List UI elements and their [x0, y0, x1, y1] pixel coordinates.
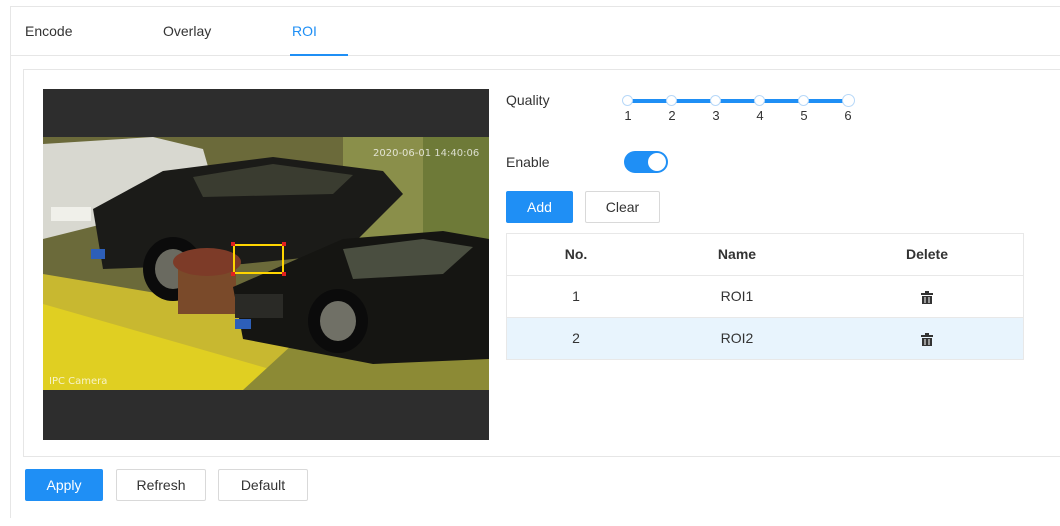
column-header-no: No. — [564, 246, 588, 262]
table-header-row: No. Name Delete — [507, 234, 1023, 276]
roi-handle-top-left[interactable] — [231, 242, 235, 246]
tab-roi[interactable]: ROI — [292, 23, 317, 39]
roi-region-box[interactable] — [231, 242, 286, 276]
roi-handle-bottom-right[interactable] — [282, 272, 286, 276]
roi-handle-bottom-left[interactable] — [231, 272, 235, 276]
roi-name: ROI1 — [720, 288, 754, 304]
quality-level-1: 1 — [624, 108, 632, 123]
tab-encode[interactable]: Encode — [25, 23, 72, 39]
video-preview[interactable]: 2020-06-01 14:40:06 IPC Camera — [43, 89, 489, 440]
roi-number: 2 — [572, 330, 580, 346]
top-divider — [10, 6, 1060, 7]
tab-bar: Encode Overlay ROI — [10, 6, 1060, 56]
enable-toggle[interactable] — [624, 151, 668, 173]
quality-level-2: 2 — [668, 108, 676, 123]
active-tab-indicator — [290, 54, 348, 56]
toggle-knob — [648, 153, 666, 171]
quality-label: Quality — [506, 92, 550, 108]
apply-button[interactable]: Apply — [25, 469, 103, 501]
table-row[interactable]: 1 ROI1 — [507, 276, 1023, 318]
quality-slider-stop-3[interactable] — [710, 95, 721, 106]
delete-cell — [829, 318, 1025, 359]
delete-cell — [829, 276, 1025, 317]
quality-level-4: 4 — [756, 108, 764, 123]
default-button[interactable]: Default — [218, 469, 308, 501]
tab-overlay[interactable]: Overlay — [163, 23, 211, 39]
quality-slider-stop-5[interactable] — [798, 95, 809, 106]
trash-icon[interactable] — [921, 332, 933, 346]
roi-name: ROI2 — [720, 330, 754, 346]
quality-slider-track[interactable] — [627, 99, 849, 103]
add-roi-button[interactable]: Add — [506, 191, 573, 223]
roi-table: No. Name Delete 1 ROI1 2 ROI2 — [506, 233, 1024, 360]
quality-slider-handle[interactable] — [842, 94, 855, 107]
trash-icon[interactable] — [921, 290, 933, 304]
osd-channel-name: IPC Camera — [49, 376, 108, 387]
quality-level-5: 5 — [800, 108, 808, 123]
quality-slider-stop-2[interactable] — [666, 95, 677, 106]
left-divider — [10, 6, 11, 518]
column-header-delete: Delete — [905, 246, 949, 262]
refresh-button[interactable]: Refresh — [116, 469, 206, 501]
roi-number: 1 — [572, 288, 580, 304]
table-row[interactable]: 2 ROI2 — [507, 318, 1023, 360]
quality-slider-stop-4[interactable] — [754, 95, 765, 106]
quality-slider-stop-1[interactable] — [622, 95, 633, 106]
roi-handle-top-right[interactable] — [282, 242, 286, 246]
enable-label: Enable — [506, 154, 550, 170]
quality-level-3: 3 — [712, 108, 720, 123]
osd-timestamp: 2020-06-01 14:40:06 — [373, 148, 480, 159]
quality-level-6: 6 — [844, 108, 852, 123]
column-header-name: Name — [717, 246, 757, 262]
clear-roi-button[interactable]: Clear — [585, 191, 660, 223]
